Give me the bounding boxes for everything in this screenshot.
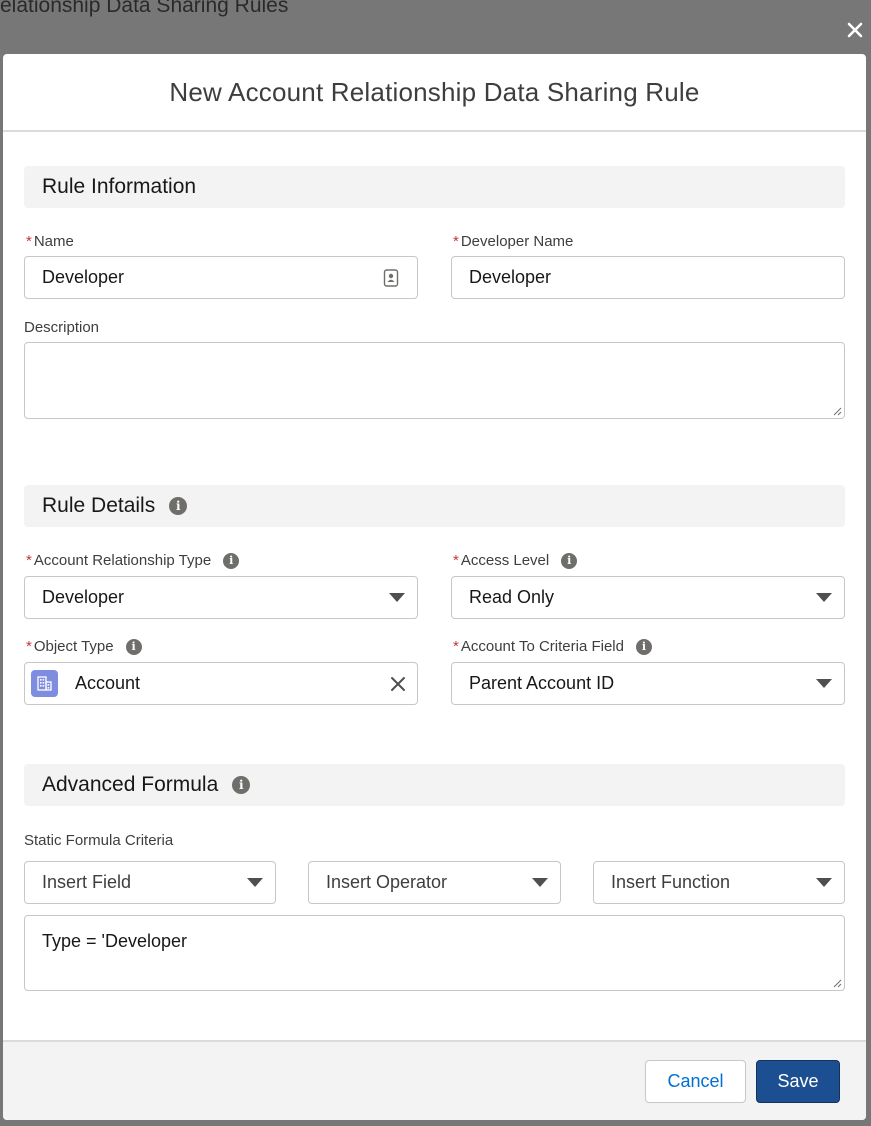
object-type-label: * Object Type i (26, 638, 142, 655)
account-to-criteria-field-select[interactable]: Parent Account ID (451, 662, 845, 705)
resize-grip-icon[interactable] (832, 406, 842, 416)
account-object-icon (31, 670, 58, 697)
section-title: Rule Details (42, 494, 156, 517)
cancel-button[interactable]: Cancel (645, 1060, 746, 1103)
info-icon[interactable]: i (223, 552, 240, 569)
access-level-label: * Access Level i (453, 552, 578, 569)
static-formula-criteria-label: Static Formula Criteria (24, 832, 174, 849)
info-icon[interactable]: i (635, 638, 652, 655)
chevron-down-icon[interactable] (816, 679, 832, 688)
info-icon[interactable]: i (169, 497, 188, 515)
save-button[interactable]: Save (756, 1060, 840, 1103)
access-level-select[interactable]: Read Only (451, 576, 845, 619)
formula-textarea[interactable]: Type = 'Developer (24, 915, 845, 991)
account-relationship-type-select[interactable]: Developer (24, 576, 418, 619)
resize-grip-icon[interactable] (832, 978, 842, 988)
chevron-down-icon[interactable] (816, 593, 832, 602)
insert-operator-select[interactable]: Insert Operator (308, 861, 561, 904)
modal-footer: Cancel Save (3, 1040, 866, 1120)
background-page-title: elationship Data Sharing Rules (0, 0, 289, 17)
clear-icon[interactable] (390, 676, 406, 692)
description-textarea[interactable] (24, 342, 845, 419)
description-label: Description (24, 319, 100, 336)
name-label: * Name (26, 233, 74, 250)
info-icon[interactable]: i (125, 638, 142, 655)
name-field[interactable]: Developer (24, 256, 418, 299)
insert-field-select[interactable]: Insert Field (24, 861, 276, 904)
required-marker: * (26, 638, 32, 655)
info-icon[interactable]: i (232, 776, 251, 794)
modal-dialog: New Account Relationship Data Sharing Ru… (3, 54, 866, 1120)
developer-name-field[interactable]: Developer (451, 256, 845, 299)
developer-name-value: Developer (469, 267, 552, 287)
required-marker: * (26, 552, 32, 569)
section-rule-details[interactable]: Rule Details i (24, 485, 845, 527)
section-title: Rule Information (42, 175, 197, 198)
chevron-down-icon[interactable] (816, 878, 832, 887)
section-advanced-formula[interactable]: Advanced Formula i (24, 764, 845, 806)
account-to-criteria-field-label: * Account To Criteria Field i (453, 638, 652, 655)
insert-function-select[interactable]: Insert Function (593, 861, 845, 904)
account-relationship-type-label: * Account Relationship Type i (26, 552, 240, 569)
section-title: Advanced Formula (42, 773, 219, 796)
developer-name-label: * Developer Name (453, 233, 574, 250)
chevron-down-icon[interactable] (389, 593, 405, 602)
required-marker: * (453, 552, 459, 569)
name-value: Developer (42, 267, 125, 287)
object-type-lookup[interactable]: Account (24, 662, 418, 705)
info-icon[interactable]: i (561, 552, 578, 569)
required-marker: * (26, 233, 32, 250)
close-icon[interactable] (845, 20, 865, 40)
chevron-down-icon[interactable] (247, 878, 263, 887)
section-rule-information[interactable]: Rule Information (24, 166, 845, 208)
chevron-down-icon[interactable] (532, 878, 548, 887)
modal-header: New Account Relationship Data Sharing Ru… (3, 54, 866, 132)
required-marker: * (453, 638, 459, 655)
contact-card-icon[interactable] (382, 268, 400, 287)
modal-title: New Account Relationship Data Sharing Ru… (169, 76, 700, 107)
required-marker: * (453, 233, 459, 250)
